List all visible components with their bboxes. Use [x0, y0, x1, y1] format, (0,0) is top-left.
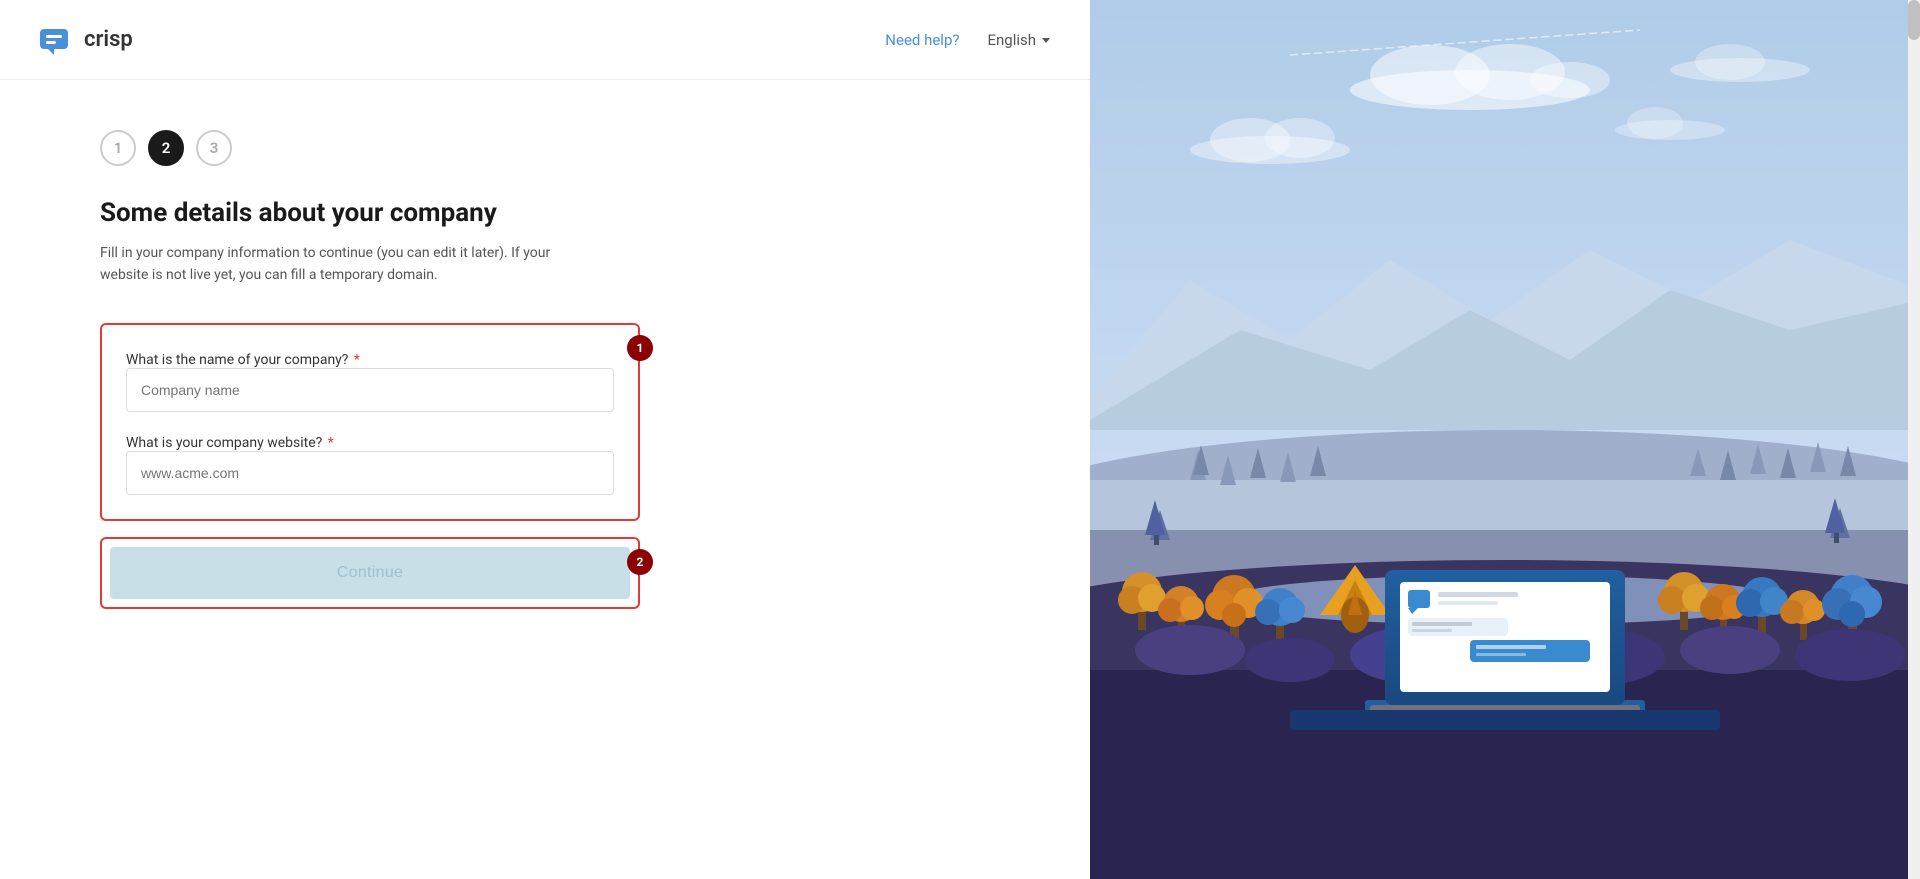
logo-text: crisp: [84, 27, 133, 52]
illustration: [1090, 0, 1920, 879]
language-selector[interactable]: English: [987, 31, 1050, 49]
step-1-circle: 1: [100, 130, 136, 166]
company-name-field-group: What is the name of your company? *: [126, 349, 614, 412]
step-2-circle: 2: [148, 130, 184, 166]
need-help-link[interactable]: Need help?: [885, 31, 959, 49]
language-label: English: [987, 31, 1036, 49]
page-title: Some details about your company: [100, 198, 990, 228]
scrollbar-thumb[interactable]: [1908, 0, 1920, 40]
header: crisp Need help? English: [0, 0, 1090, 80]
company-info-card: What is the name of your company? * What…: [100, 323, 640, 521]
logo-area: crisp: [40, 25, 133, 55]
chevron-down-icon: [1042, 38, 1050, 43]
scrollbar[interactable]: [1908, 0, 1920, 879]
steps-indicator: 1 2 3: [100, 130, 990, 166]
company-website-label: What is your company website? *: [126, 435, 334, 451]
company-website-field-group: What is your company website? *: [126, 432, 614, 495]
company-name-input[interactable]: [126, 368, 614, 412]
continue-section: Continue 2: [100, 537, 640, 609]
right-panel: [1090, 0, 1920, 879]
crisp-logo-icon: [40, 25, 76, 55]
form-section: What is the name of your company? * What…: [100, 323, 640, 537]
header-right: Need help? English: [885, 31, 1050, 49]
continue-button[interactable]: Continue: [110, 547, 630, 599]
left-panel: crisp Need help? English 1 2 3 Some deta…: [0, 0, 1090, 879]
company-name-label: What is the name of your company? *: [126, 352, 360, 368]
step-3-circle: 3: [196, 130, 232, 166]
main-content: 1 2 3 Some details about your company Fi…: [0, 80, 1090, 879]
required-asterisk-2: *: [324, 435, 334, 451]
required-asterisk-1: *: [350, 352, 360, 368]
continue-card: Continue: [100, 537, 640, 609]
annotation-badge-1: 1: [627, 335, 653, 361]
annotation-badge-2: 2: [627, 549, 653, 575]
company-website-input[interactable]: [126, 451, 614, 495]
page-description: Fill in your company information to cont…: [100, 242, 600, 287]
